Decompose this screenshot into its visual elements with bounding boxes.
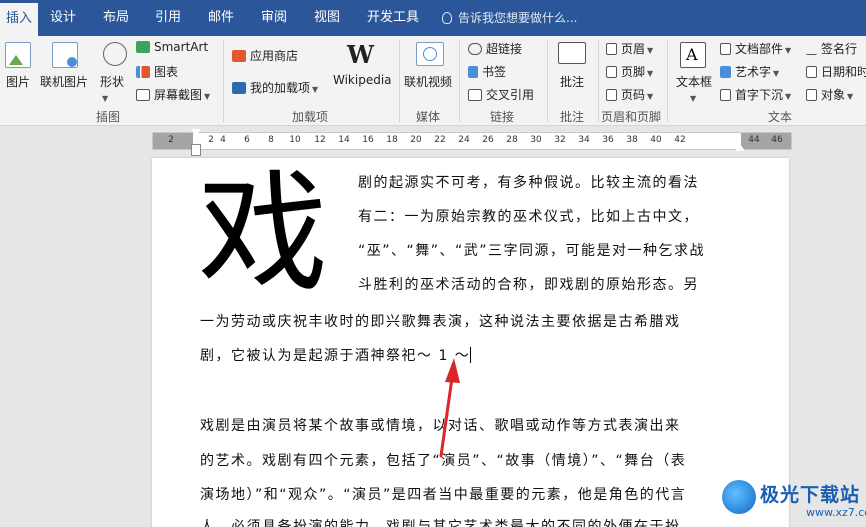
watermark-name: 极光下载站 bbox=[760, 484, 861, 506]
watermark: 极光下载站 www.xz7.com bbox=[722, 478, 866, 527]
red-arrow-annotation bbox=[439, 358, 460, 458]
watermark-logo-icon bbox=[722, 480, 756, 514]
watermark-url: www.xz7.com bbox=[806, 506, 866, 519]
